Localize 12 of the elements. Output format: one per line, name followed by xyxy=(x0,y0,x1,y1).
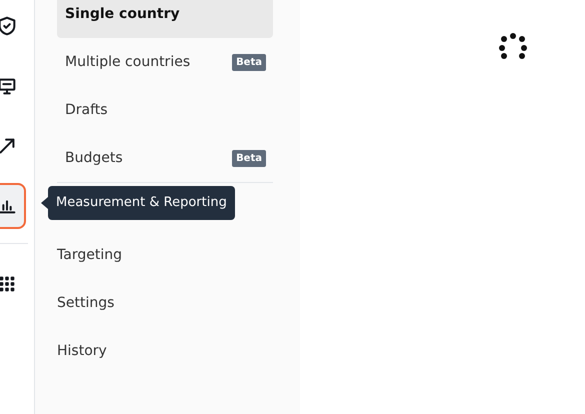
nav-item[interactable]: Single country xyxy=(57,0,273,38)
beta-badge: Beta xyxy=(232,54,266,70)
tooltip: Measurement & Reporting xyxy=(48,186,235,220)
nav-item[interactable]: Budgets Beta xyxy=(57,134,273,182)
tooltip-arrow-icon xyxy=(41,197,48,209)
nav-link[interactable]: Targeting xyxy=(57,231,300,279)
nav-item[interactable]: Multiple countries Beta xyxy=(57,38,273,86)
nav-link[interactable]: Settings xyxy=(57,279,300,327)
shield-icon xyxy=(0,15,18,37)
nav-item[interactable]: Drafts xyxy=(57,86,273,134)
beta-badge: Beta xyxy=(232,150,266,166)
nav-link[interactable]: History xyxy=(57,327,300,375)
